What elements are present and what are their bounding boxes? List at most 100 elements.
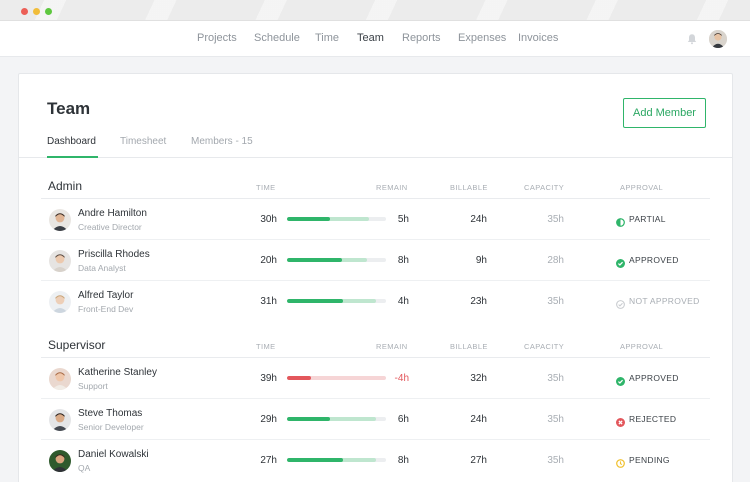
member-capacity: 35h — [547, 414, 564, 425]
member-name[interactable]: Daniel Kowalski — [78, 449, 149, 460]
member-name[interactable]: Priscilla Rhodes — [78, 249, 150, 260]
member-role: Data Analyst — [78, 263, 126, 273]
active-tab-indicator — [47, 156, 98, 158]
approval-status[interactable]: PENDING — [629, 455, 670, 465]
used-bar — [287, 217, 330, 221]
approval-status[interactable]: PARTIAL — [629, 214, 666, 224]
add-member-button[interactable]: Add Member — [623, 98, 706, 128]
member-avatar — [49, 250, 71, 272]
column-header-capacity: CAPACITY — [524, 342, 565, 351]
column-header-billable: BILLABLE — [450, 342, 488, 351]
member-billable: 24h — [470, 214, 487, 225]
group-supervisor: Supervisor TIME REMAIN BILLABLE CAPACITY… — [41, 332, 710, 481]
not-approved-status-icon — [616, 296, 625, 309]
member-capacity: 28h — [547, 255, 564, 266]
member-remain: 8h — [397, 455, 409, 466]
nav-projects[interactable]: Projects — [197, 32, 237, 44]
maximize-window-button[interactable] — [45, 8, 52, 15]
member-avatar — [49, 291, 71, 313]
member-capacity: 35h — [547, 214, 564, 225]
member-name[interactable]: Steve Thomas — [78, 408, 142, 419]
member-time: 30h — [260, 214, 277, 225]
member-row[interactable]: Steve Thomas Senior Developer 29h 6h 24h 35h R… — [41, 399, 710, 440]
column-header-approval: APPROVAL — [620, 342, 664, 351]
column-header-capacity: CAPACITY — [524, 183, 565, 192]
time-progress-bar — [287, 417, 386, 421]
tab-dashboard[interactable]: Dashboard — [47, 136, 96, 147]
user-avatar[interactable] — [709, 30, 727, 48]
used-bar — [287, 376, 311, 380]
nav-time[interactable]: Time — [315, 32, 339, 44]
top-navigation: Projects Schedule Time Team Reports Expe… — [0, 21, 750, 57]
member-name[interactable]: Alfred Taylor — [78, 290, 133, 301]
member-list: Katherine Stanley Support 39h -4h 32h 35h APPR… — [41, 358, 710, 481]
approved-status-icon — [616, 373, 625, 386]
minimize-window-button[interactable] — [33, 8, 40, 15]
column-header-remain: REMAIN — [376, 342, 408, 351]
used-bar — [287, 458, 344, 462]
page-title: Team — [47, 99, 91, 118]
member-row[interactable]: Alfred Taylor Front-End Dev 31h 4h 23h 35h NOT… — [41, 281, 710, 322]
group-admin: Admin TIME REMAIN BILLABLE CAPACITY APPR… — [41, 173, 710, 322]
used-bar — [287, 417, 330, 421]
rejected-status-icon — [616, 414, 625, 427]
member-row[interactable]: Katherine Stanley Support 39h -4h 32h 35h APPR… — [41, 358, 710, 399]
partial-status-icon — [616, 214, 625, 227]
member-capacity: 35h — [547, 296, 564, 307]
tab-members[interactable]: Members - 15 — [191, 136, 253, 147]
member-billable: 9h — [475, 255, 487, 266]
approval-status[interactable]: APPROVED — [629, 373, 679, 383]
used-bar — [287, 299, 344, 303]
member-time: 39h — [260, 373, 277, 384]
bell-icon[interactable] — [686, 33, 698, 45]
time-progress-bar — [287, 258, 386, 262]
group-header: Supervisor TIME REMAIN BILLABLE CAPACITY… — [41, 332, 710, 358]
member-name[interactable]: Andre Hamilton — [78, 208, 147, 219]
member-row[interactable]: Priscilla Rhodes Data Analyst 20h 8h 9h 28h AP… — [41, 240, 710, 281]
group-header: Admin TIME REMAIN BILLABLE CAPACITY APPR… — [41, 173, 710, 199]
pending-status-icon — [616, 455, 625, 468]
member-role: Support — [78, 381, 108, 391]
member-avatar — [49, 450, 71, 472]
column-header-remain: REMAIN — [376, 183, 408, 192]
approval-status[interactable]: APPROVED — [629, 255, 679, 265]
column-header-time: TIME — [256, 342, 276, 351]
member-time: 20h — [260, 255, 277, 266]
team-card: Team Add Member Dashboard Timesheet Memb… — [18, 73, 733, 482]
group-name: Supervisor — [48, 338, 106, 352]
member-billable: 23h — [470, 296, 487, 307]
member-role: QA — [78, 463, 91, 473]
member-row[interactable]: Andre Hamilton Creative Director 30h 5h 24h 3… — [41, 199, 710, 240]
member-remain: 5h — [397, 214, 409, 225]
column-header-time: TIME — [256, 183, 276, 192]
nav-schedule[interactable]: Schedule — [254, 32, 300, 44]
member-remain: 4h — [397, 296, 409, 307]
close-window-button[interactable] — [21, 8, 28, 15]
member-avatar — [49, 368, 71, 390]
nav-team[interactable]: Team — [357, 32, 384, 44]
member-role: Front-End Dev — [78, 304, 134, 314]
member-capacity: 35h — [547, 455, 564, 466]
tab-timesheet[interactable]: Timesheet — [120, 136, 166, 147]
time-progress-bar — [287, 299, 386, 303]
nav-invoices[interactable]: Invoices — [518, 32, 558, 44]
member-capacity: 35h — [547, 373, 564, 384]
member-name[interactable]: Katherine Stanley — [78, 367, 157, 378]
column-header-approval: APPROVAL — [620, 183, 664, 192]
member-time: 27h — [260, 455, 277, 466]
member-remain: -4h — [394, 373, 409, 384]
member-remain: 6h — [397, 414, 409, 425]
approval-status[interactable]: NOT APPROVED — [629, 296, 700, 306]
member-list: Andre Hamilton Creative Director 30h 5h 24h 3… — [41, 199, 710, 322]
member-row[interactable]: Daniel Kowalski QA 27h 8h 27h 35h PENDING — [41, 440, 710, 481]
window-titlebar — [0, 0, 750, 21]
card-header: Team Add Member Dashboard Timesheet Memb… — [19, 74, 732, 158]
approval-status[interactable]: REJECTED — [629, 414, 676, 424]
member-avatar — [49, 209, 71, 231]
nav-reports[interactable]: Reports — [402, 32, 441, 44]
nav-expenses[interactable]: Expenses — [458, 32, 506, 44]
member-remain: 8h — [397, 255, 409, 266]
approved-status-icon — [616, 255, 625, 268]
member-time: 31h — [260, 296, 277, 307]
member-time: 29h — [260, 414, 277, 425]
